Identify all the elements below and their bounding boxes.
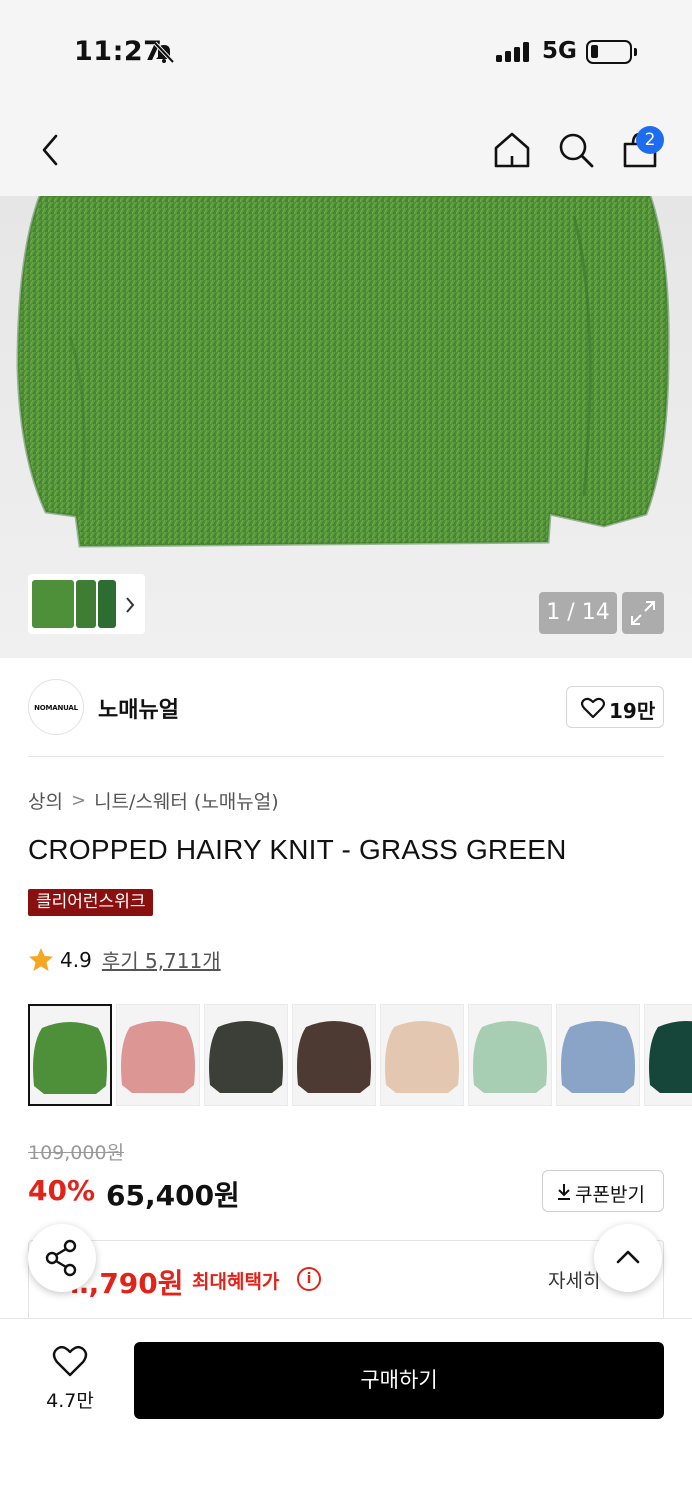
- thumbnail-side: [76, 580, 96, 628]
- event-tag: 클리어런스위크: [28, 889, 154, 916]
- color-option[interactable]: [28, 1004, 112, 1106]
- color-option[interactable]: [116, 1004, 200, 1106]
- image-counter: 1 / 14: [539, 592, 617, 634]
- breadcrumb-subcategory[interactable]: 니트/스웨터 (노매뉴얼): [94, 787, 279, 814]
- home-icon[interactable]: [492, 130, 532, 170]
- swatch-sweater: [473, 1021, 547, 1093]
- chevron-right-icon: [126, 597, 135, 613]
- network-type: 5G: [542, 38, 577, 64]
- swatch-sweater: [297, 1021, 371, 1093]
- bell-slash-icon: [153, 41, 175, 64]
- brand-logo[interactable]: NOMANUAL: [28, 679, 84, 735]
- expand-icon: [631, 601, 655, 625]
- divider: [28, 756, 664, 757]
- product-title: CROPPED HAIRY KNIT - GRASS GREEN: [28, 834, 567, 865]
- brand-like-button[interactable]: 19만: [566, 686, 664, 728]
- expand-button[interactable]: [622, 592, 664, 634]
- color-option[interactable]: [292, 1004, 376, 1106]
- color-option[interactable]: [556, 1004, 640, 1106]
- rating-row: 4.9 후기 5,711개: [28, 945, 221, 974]
- back-icon[interactable]: [36, 132, 64, 168]
- coupon-button[interactable]: 쿠폰받기: [542, 1170, 664, 1212]
- color-options: [28, 1004, 692, 1106]
- heart-icon: [581, 697, 605, 719]
- color-option[interactable]: [644, 1004, 692, 1106]
- color-option[interactable]: [468, 1004, 552, 1106]
- cart-badge: 2: [636, 126, 664, 154]
- scroll-top-button[interactable]: [594, 1224, 662, 1292]
- heart-icon: [52, 1345, 88, 1377]
- breadcrumb-category[interactable]: 상의: [28, 787, 63, 814]
- chevron-up-icon: [616, 1250, 640, 1264]
- chevron-right-icon: >: [70, 790, 87, 811]
- color-option[interactable]: [204, 1004, 288, 1106]
- brand-name[interactable]: 노매뉴얼: [98, 692, 179, 724]
- brand-like-count: 19만: [609, 699, 656, 723]
- swatch-sweater: [121, 1021, 195, 1093]
- swatch-sweater: [385, 1021, 459, 1093]
- review-count-link[interactable]: 후기 5,711개: [102, 945, 221, 974]
- wish-count: 4.7만: [46, 1390, 94, 1412]
- signal-icon: [496, 42, 529, 62]
- share-button[interactable]: [28, 1224, 96, 1292]
- thumbnail-front: [32, 580, 74, 628]
- status-time: 11:27: [74, 36, 163, 67]
- swatch-sweater: [561, 1021, 635, 1093]
- star-icon: [29, 947, 53, 971]
- benefit-detail-link[interactable]: 자세히: [548, 1266, 600, 1293]
- rating-score: 4.9: [60, 947, 92, 972]
- coupon-label: 쿠폰받기: [575, 1184, 645, 1206]
- download-icon: [558, 1184, 570, 1200]
- info-icon[interactable]: i: [297, 1267, 321, 1291]
- discount-rate: 40%: [28, 1174, 96, 1207]
- buy-button[interactable]: 구매하기: [134, 1342, 664, 1419]
- battery-icon: [586, 40, 637, 64]
- original-price: 109,000원: [28, 1142, 125, 1164]
- status-bar: 11:27 5G: [0, 0, 692, 100]
- share-icon: [45, 1239, 77, 1277]
- color-option[interactable]: [380, 1004, 464, 1106]
- swatch-sweater: [649, 1021, 692, 1093]
- thumbnail-back: [98, 580, 116, 628]
- search-icon[interactable]: [556, 130, 596, 170]
- breadcrumb: 상의 > 니트/스웨터 (노매뉴얼): [28, 787, 279, 814]
- swatch-sweater: [33, 1022, 107, 1094]
- sale-price: 65,400원: [106, 1179, 240, 1212]
- benefit-label: 최대혜택가: [192, 1271, 280, 1293]
- swatch-sweater: [209, 1021, 283, 1093]
- gallery-thumbnails[interactable]: [28, 574, 145, 634]
